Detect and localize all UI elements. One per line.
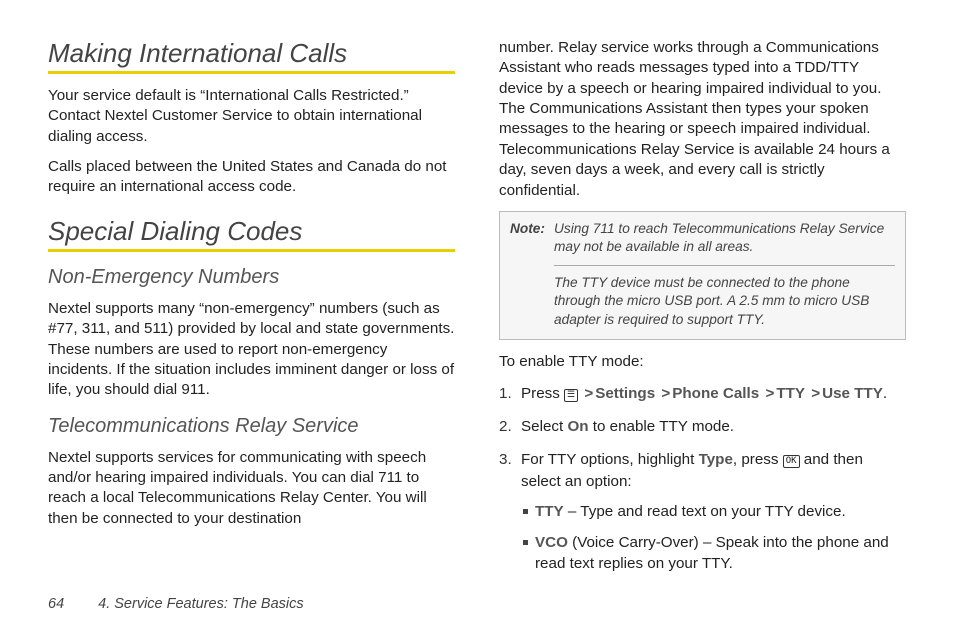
step-text: Press — [521, 385, 564, 402]
page-number: 64 — [48, 596, 64, 612]
subheading-non-emergency: Non-Emergency Numbers — [48, 266, 455, 289]
option-text: – Type and read text on your TTY device. — [564, 503, 846, 520]
note-box: Note: Using 711 to reach Telecommunicati… — [499, 211, 906, 340]
left-column: Making International Calls Your service … — [48, 38, 455, 586]
note-label: Note: — [510, 220, 554, 257]
chevron-icon: > — [763, 385, 776, 402]
nav-settings: Settings — [595, 385, 655, 402]
heading-international-calls: Making International Calls — [48, 38, 455, 69]
section-title: 4. Service Features: The Basics — [98, 596, 304, 612]
nav-phone-calls: Phone Calls — [672, 385, 759, 402]
chevron-icon: > — [582, 385, 595, 402]
heading-rule — [48, 249, 455, 252]
paragraph: Nextel supports many “non-emergency” num… — [48, 299, 455, 401]
step-text: to enable TTY mode. — [589, 418, 735, 435]
step-text: Select — [521, 418, 567, 435]
steps-list: Press ☰ >Settings >Phone Calls >TTY >Use… — [499, 383, 906, 575]
step-item: Press ☰ >Settings >Phone Calls >TTY >Use… — [499, 383, 906, 404]
chevron-icon: > — [809, 385, 822, 402]
option-type: Type — [699, 451, 733, 468]
option-text: (Voice Carry-Over) – Speak into the phon… — [535, 534, 889, 572]
option-on: On — [567, 418, 588, 435]
note-text: Using 711 to reach Telecommunications Re… — [554, 220, 895, 257]
subheading-relay-service: Telecommunications Relay Service — [48, 415, 455, 438]
note-text: The TTY device must be connected to the … — [554, 274, 895, 329]
nav-use-tty: Use TTY — [822, 385, 883, 402]
option-vco: VCO — [535, 534, 568, 551]
heading-rule — [48, 71, 455, 74]
list-item: VCO (Voice Carry-Over) – Speak into the … — [523, 533, 906, 575]
procedure-lead: To enable TTY mode: — [499, 352, 906, 372]
option-tty: TTY — [535, 503, 564, 520]
paragraph: number. Relay service works through a Co… — [499, 38, 906, 201]
right-column: number. Relay service works through a Co… — [499, 38, 906, 586]
ok-key-icon: OK — [783, 455, 800, 468]
step-text: , press — [733, 451, 783, 468]
menu-key-icon: ☰ — [564, 389, 578, 402]
paragraph: Calls placed between the United States a… — [48, 157, 455, 198]
paragraph: Nextel supports services for communicati… — [48, 448, 455, 529]
divider — [554, 265, 895, 266]
step-item: For TTY options, highlight Type, press O… — [499, 449, 906, 574]
step-item: Select On to enable TTY mode. — [499, 416, 906, 437]
paragraph: Your service default is “International C… — [48, 86, 455, 147]
chevron-icon: > — [659, 385, 672, 402]
nav-tty: TTY — [776, 385, 805, 402]
options-sublist: TTY – Type and read text on your TTY dev… — [521, 502, 906, 575]
page-footer: 64 4. Service Features: The Basics — [48, 596, 304, 612]
list-item: TTY – Type and read text on your TTY dev… — [523, 502, 906, 523]
heading-special-dialing-codes: Special Dialing Codes — [48, 216, 455, 247]
step-text: For TTY options, highlight — [521, 451, 699, 468]
